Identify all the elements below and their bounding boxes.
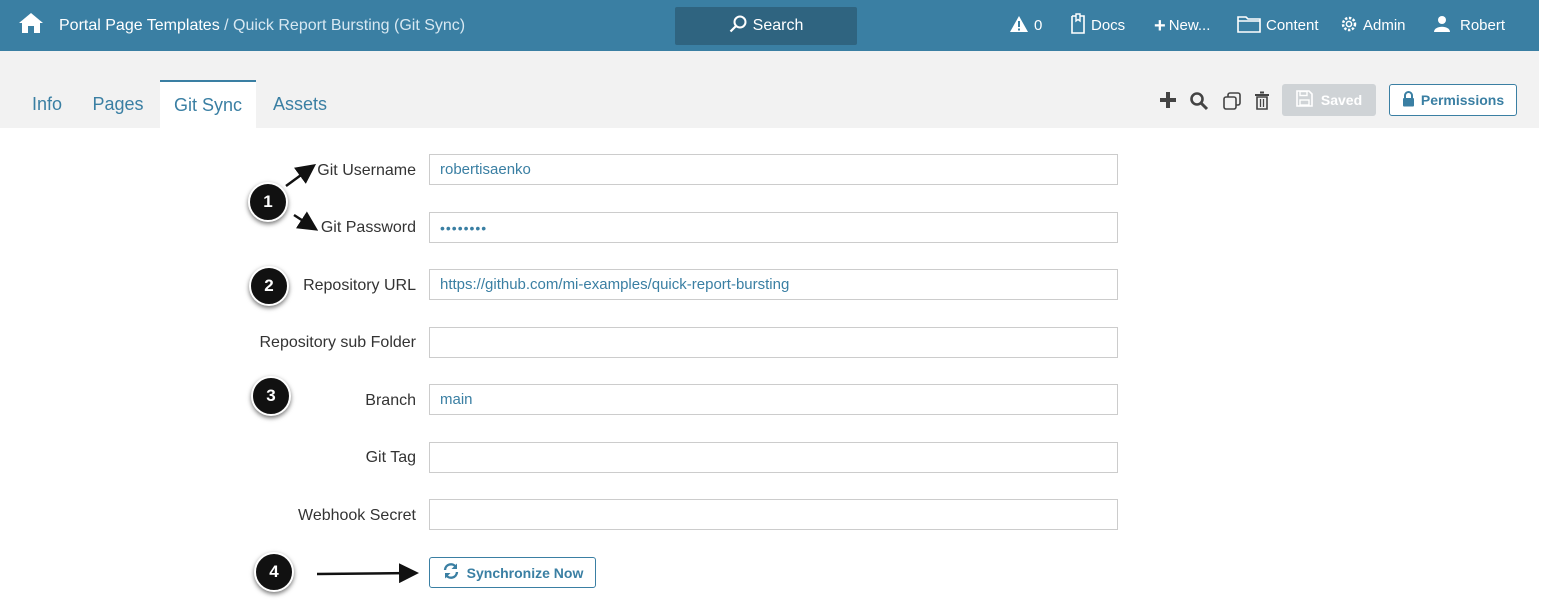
callout-badge-3: 3: [251, 376, 291, 416]
callout-arrow-username: [285, 164, 317, 188]
callout-arrow-password: [293, 211, 319, 231]
callout-badge-2: 2: [249, 266, 289, 306]
callout-badge-4: 4: [254, 552, 294, 592]
callout-arrow-sync: [316, 563, 419, 584]
annotation-arrows: [285, 164, 419, 584]
callout-badge-1: 1: [248, 182, 288, 222]
